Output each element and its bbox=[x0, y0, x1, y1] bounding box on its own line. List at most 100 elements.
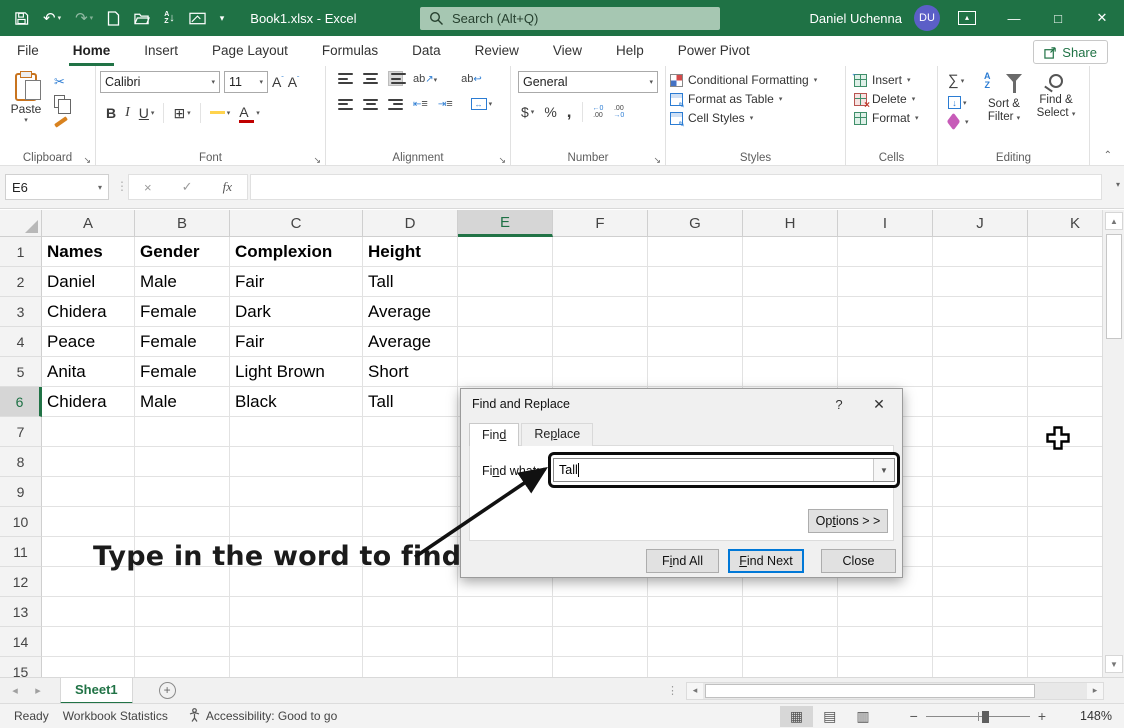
zoom-slider-thumb[interactable] bbox=[982, 711, 989, 723]
page-layout-view-icon[interactable]: ▤ bbox=[813, 706, 846, 727]
sort-filter-button[interactable]: AZ Sort & Filter ▾ bbox=[978, 72, 1030, 148]
cell-J8[interactable] bbox=[933, 447, 1028, 477]
cell-J6[interactable] bbox=[933, 387, 1028, 417]
delete-cells-button[interactable]: Delete▾ bbox=[854, 92, 933, 106]
cell-H5[interactable] bbox=[743, 357, 838, 387]
cell-I15[interactable] bbox=[838, 657, 933, 677]
open-folder-icon[interactable] bbox=[134, 12, 150, 25]
row-header-12[interactable]: 12 bbox=[0, 567, 42, 597]
cell-E1[interactable] bbox=[458, 237, 553, 267]
cell-F13[interactable] bbox=[553, 597, 648, 627]
font-size-select[interactable]: 11▾ bbox=[224, 71, 268, 93]
number-dialog-launcher[interactable]: ↘ bbox=[653, 155, 661, 166]
middle-align-icon[interactable] bbox=[363, 73, 378, 84]
conditional-formatting-button[interactable]: Conditional Formatting▾ bbox=[670, 73, 841, 87]
user-name[interactable]: Daniel Uchenna bbox=[809, 11, 902, 26]
formula-input[interactable] bbox=[250, 174, 1102, 200]
cell-K11[interactable] bbox=[1028, 537, 1102, 567]
cell-A2[interactable]: Daniel bbox=[42, 267, 135, 297]
scroll-left-icon[interactable]: ◂ bbox=[687, 683, 703, 699]
cell-I13[interactable] bbox=[838, 597, 933, 627]
alignment-dialog-launcher[interactable]: ↘ bbox=[498, 155, 506, 166]
column-header-K[interactable]: K bbox=[1028, 210, 1102, 237]
cell-J3[interactable] bbox=[933, 297, 1028, 327]
cell-K5[interactable] bbox=[1028, 357, 1102, 387]
dialog-close-icon[interactable]: ✕ bbox=[862, 389, 896, 419]
font-color-button[interactable]: A▾ bbox=[239, 104, 260, 123]
cell-F3[interactable] bbox=[553, 297, 648, 327]
sort-ascending-icon[interactable]: AZ↓ bbox=[164, 11, 175, 25]
cell-B3[interactable]: Female bbox=[135, 297, 230, 327]
paste-button[interactable]: Paste▾ bbox=[4, 71, 48, 124]
horizontal-scrollbar[interactable]: ◂ ▸ bbox=[686, 682, 1104, 700]
scroll-up-icon[interactable]: ▲ bbox=[1105, 212, 1123, 230]
cell-I5[interactable] bbox=[838, 357, 933, 387]
align-center-icon[interactable] bbox=[363, 99, 378, 110]
cell-I2[interactable] bbox=[838, 267, 933, 297]
cell-B5[interactable]: Female bbox=[135, 357, 230, 387]
cell-F2[interactable] bbox=[553, 267, 648, 297]
cell-C3[interactable]: Dark bbox=[230, 297, 363, 327]
cell-C5[interactable]: Light Brown bbox=[230, 357, 363, 387]
cell-J14[interactable] bbox=[933, 627, 1028, 657]
insert-cells-button[interactable]: Insert▾ bbox=[854, 73, 933, 87]
avatar[interactable]: DU bbox=[914, 5, 940, 31]
cell-A13[interactable] bbox=[42, 597, 135, 627]
cell-J5[interactable] bbox=[933, 357, 1028, 387]
cell-D1[interactable]: Height bbox=[363, 237, 458, 267]
row-header-8[interactable]: 8 bbox=[0, 447, 42, 477]
cell-B2[interactable]: Male bbox=[135, 267, 230, 297]
cell-F4[interactable] bbox=[553, 327, 648, 357]
sheet-tab-sheet1[interactable]: Sheet1 bbox=[60, 678, 133, 704]
cell-C2[interactable]: Fair bbox=[230, 267, 363, 297]
email-icon[interactable] bbox=[189, 12, 206, 25]
cell-B4[interactable]: Female bbox=[135, 327, 230, 357]
column-header-E[interactable]: E bbox=[458, 210, 553, 237]
cell-A1[interactable]: Names bbox=[42, 237, 135, 267]
row-header-11[interactable]: 11 bbox=[0, 537, 42, 567]
cell-A14[interactable] bbox=[42, 627, 135, 657]
dialog-tab-replace[interactable]: Replace bbox=[521, 423, 593, 446]
cell-F5[interactable] bbox=[553, 357, 648, 387]
cell-D15[interactable] bbox=[363, 657, 458, 677]
font-dialog-launcher[interactable]: ↘ bbox=[313, 155, 321, 166]
new-file-icon[interactable] bbox=[107, 11, 120, 26]
cell-B14[interactable] bbox=[135, 627, 230, 657]
cell-D4[interactable]: Average bbox=[363, 327, 458, 357]
cell-C1[interactable]: Complexion bbox=[230, 237, 363, 267]
close-dialog-button[interactable]: Close bbox=[821, 549, 896, 573]
row-header-13[interactable]: 13 bbox=[0, 597, 42, 627]
decrease-decimal-button[interactable]: .00→0 bbox=[613, 105, 624, 119]
cell-G3[interactable] bbox=[648, 297, 743, 327]
cell-F15[interactable] bbox=[553, 657, 648, 677]
dialog-help-icon[interactable]: ? bbox=[822, 389, 856, 419]
column-header-B[interactable]: B bbox=[135, 210, 230, 237]
cell-D14[interactable] bbox=[363, 627, 458, 657]
column-header-G[interactable]: G bbox=[648, 210, 743, 237]
number-format-select[interactable]: General▾ bbox=[518, 71, 658, 93]
cell-D5[interactable]: Short bbox=[363, 357, 458, 387]
insert-function-icon[interactable]: fx bbox=[223, 179, 232, 195]
currency-format-button[interactable]: $▾ bbox=[521, 104, 534, 120]
tab-review[interactable]: Review bbox=[471, 36, 523, 66]
normal-view-icon[interactable]: ▦ bbox=[780, 706, 813, 727]
decrease-indent-icon[interactable]: ⇤≡ bbox=[413, 98, 428, 110]
minimize-button[interactable]: — bbox=[992, 0, 1036, 36]
row-header-14[interactable]: 14 bbox=[0, 627, 42, 657]
underline-button[interactable]: U▾ bbox=[139, 105, 155, 121]
increase-font-size-button[interactable]: Aˆ bbox=[272, 74, 284, 90]
comma-style-button[interactable]: , bbox=[567, 102, 572, 122]
next-sheet-icon[interactable]: ▸ bbox=[30, 684, 46, 697]
cell-E5[interactable] bbox=[458, 357, 553, 387]
increase-indent-icon[interactable]: ⇥≡ bbox=[438, 98, 453, 110]
cell-G4[interactable] bbox=[648, 327, 743, 357]
cell-K6[interactable] bbox=[1028, 387, 1102, 417]
cell-J7[interactable] bbox=[933, 417, 1028, 447]
decrease-font-size-button[interactable]: Aˇ bbox=[288, 74, 300, 90]
ribbon-display-options-icon[interactable]: ▴ bbox=[958, 11, 976, 25]
cell-A7[interactable] bbox=[42, 417, 135, 447]
cell-B1[interactable]: Gender bbox=[135, 237, 230, 267]
find-what-input[interactable]: Tall ▼ bbox=[553, 458, 895, 482]
cell-J9[interactable] bbox=[933, 477, 1028, 507]
wrap-text-icon[interactable]: ab↩ bbox=[461, 73, 482, 85]
